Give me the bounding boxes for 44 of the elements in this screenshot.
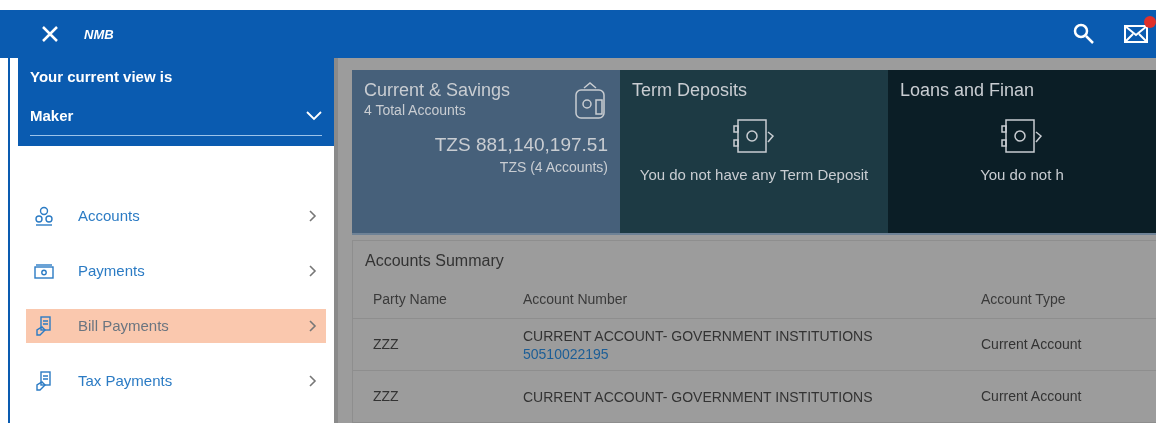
account-number-link[interactable]: 50510022195 (523, 344, 981, 363)
logo: NMB (84, 27, 114, 41)
banknote-icon (34, 261, 54, 281)
receipt-hand-icon (34, 371, 54, 391)
people-icon (34, 206, 54, 226)
chevron-right-icon (306, 265, 318, 277)
product-card[interactable]: Loans and Finan You do not h (888, 70, 1156, 233)
column-header: Account Number (523, 290, 629, 309)
mail-icon[interactable] (1124, 24, 1148, 44)
view-dropdown[interactable]: Maker (30, 88, 322, 136)
table-cell-text: ZZZ (373, 387, 400, 406)
menu-item[interactable]: Bill Payments (26, 309, 326, 343)
balance-note: TZS (4 Accounts) (499, 158, 608, 177)
summary-card[interactable]: Current & Savings 4 Total Accounts TZS 881,140,197.51 TZS (4 Accounts) (352, 70, 620, 233)
product-card[interactable]: Term Deposits You do not have any Term Deposit (620, 70, 888, 233)
close-icon[interactable] (40, 24, 60, 44)
card-subtitle: 4 Total Accounts (364, 101, 467, 120)
account-name: CURRENT ACCOUNT- GOVERNMENT INSTITUTIONS (523, 326, 874, 345)
card-title: Term Deposits (632, 80, 749, 100)
account-name: CURRENT ACCOUNT- GOVERNMENT INSTITUTIONS (523, 387, 874, 406)
chevron-right-icon (306, 210, 318, 222)
chevron-right-icon (306, 375, 318, 387)
balance-amount: TZS 881,140,197.51 (434, 133, 608, 157)
empty-message: You do not have any Term Deposit (639, 165, 869, 185)
chevron-right-icon (306, 320, 318, 332)
menu-item[interactable]: Payments (26, 254, 326, 288)
column-header: Party Name (373, 290, 448, 309)
column-header: Account Type (981, 290, 1067, 309)
card-title: Current & Savings (364, 80, 511, 100)
search-icon[interactable] (1072, 22, 1096, 46)
table-cell-text: Current Account (981, 387, 1083, 406)
table-cell-text: Current Account (981, 335, 1083, 354)
chevron-down-icon (306, 109, 322, 122)
receipt-hand-icon (34, 316, 54, 336)
safe-icon (1000, 116, 1044, 156)
panel-title: Accounts Summary (364, 251, 505, 271)
menu-item[interactable]: Tax Payments (26, 364, 326, 398)
view-label: Your current view is (30, 67, 174, 87)
menu-item[interactable]: Accounts (26, 199, 326, 233)
card-title: Loans and Finan (900, 80, 1036, 100)
empty-message: You do not h (980, 165, 1064, 185)
safe-icon (732, 116, 776, 156)
table-cell-text: ZZZ (373, 335, 400, 354)
wallet-icon (572, 80, 608, 120)
